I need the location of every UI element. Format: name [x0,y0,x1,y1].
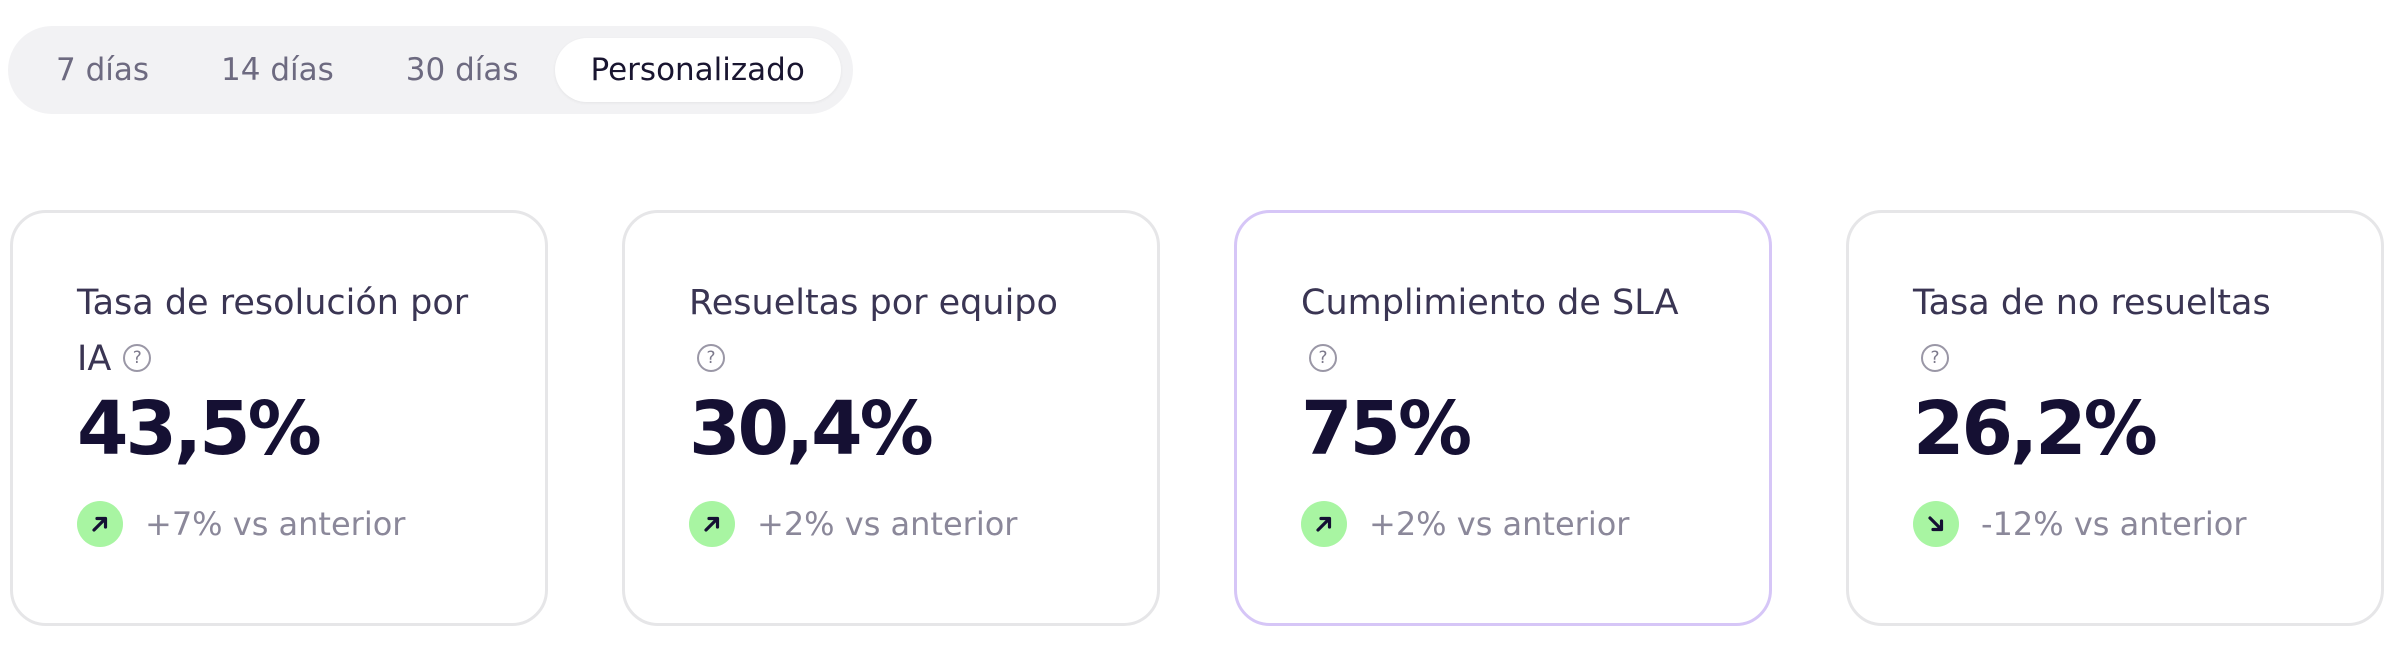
metric-title: Cumplimiento de SLA? [1301,275,1729,387]
metric-title: Tasa de no resueltas? [1913,275,2341,387]
tab-custom[interactable]: Personalizado [554,38,841,102]
metric-card-team-resolved: Resueltas por equipo? 30,4% +2% vs anter… [622,210,1160,626]
help-icon[interactable]: ? [1309,344,1337,372]
arrow-up-right-icon [1301,501,1347,547]
metric-value: 30,4% [689,386,934,472]
metric-card-unresolved-rate: Tasa de no resueltas? 26,2% -12% vs ante… [1846,210,2384,626]
trend-text: +2% vs anterior [1369,505,1630,543]
metric-title-text: Tasa de no resueltas [1913,283,2271,323]
metric-value: 43,5% [77,386,322,472]
tab-14-days[interactable]: 14 días [185,38,370,102]
metric-trend: +2% vs anterior [689,501,1117,547]
metric-title: Resueltas por equipo? [689,275,1117,387]
trend-text: +7% vs anterior [145,505,406,543]
metric-title-text: Tasa de resolución por [77,283,469,323]
metric-title-text-cont: IA [77,339,112,379]
metric-value: 26,2% [1913,386,2158,472]
arrow-down-right-icon [1913,501,1959,547]
help-icon[interactable]: ? [697,344,725,372]
trend-text: -12% vs anterior [1981,505,2247,543]
metric-title: Tasa de resolución por IA? [77,275,505,387]
metric-trend: +2% vs anterior [1301,501,1729,547]
metric-card-ai-resolution: Tasa de resolución por IA? 43,5% +7% vs a… [10,210,548,626]
tab-7-days[interactable]: 7 días [20,38,185,102]
arrow-up-right-icon [689,501,735,547]
help-icon[interactable]: ? [1921,344,1949,372]
help-icon[interactable]: ? [123,344,152,372]
metric-value: 75% [1301,386,1472,472]
trend-text: +2% vs anterior [757,505,1018,543]
metric-title-text: Cumplimiento de SLA [1301,283,1679,323]
metric-trend: -12% vs anterior [1913,501,2341,547]
arrow-up-right-icon [77,501,123,547]
metric-cards: Tasa de resolución por IA? 43,5% +7% vs a… [10,210,2386,626]
period-selector: 7 días 14 días 30 días Personalizado [8,26,853,114]
metric-title-text: Resueltas por equipo [689,283,1058,323]
tab-30-days[interactable]: 30 días [370,38,555,102]
metric-trend: +7% vs anterior [77,501,505,547]
metric-card-sla-compliance[interactable]: Cumplimiento de SLA? 75% +2% vs anterior [1234,210,1772,626]
